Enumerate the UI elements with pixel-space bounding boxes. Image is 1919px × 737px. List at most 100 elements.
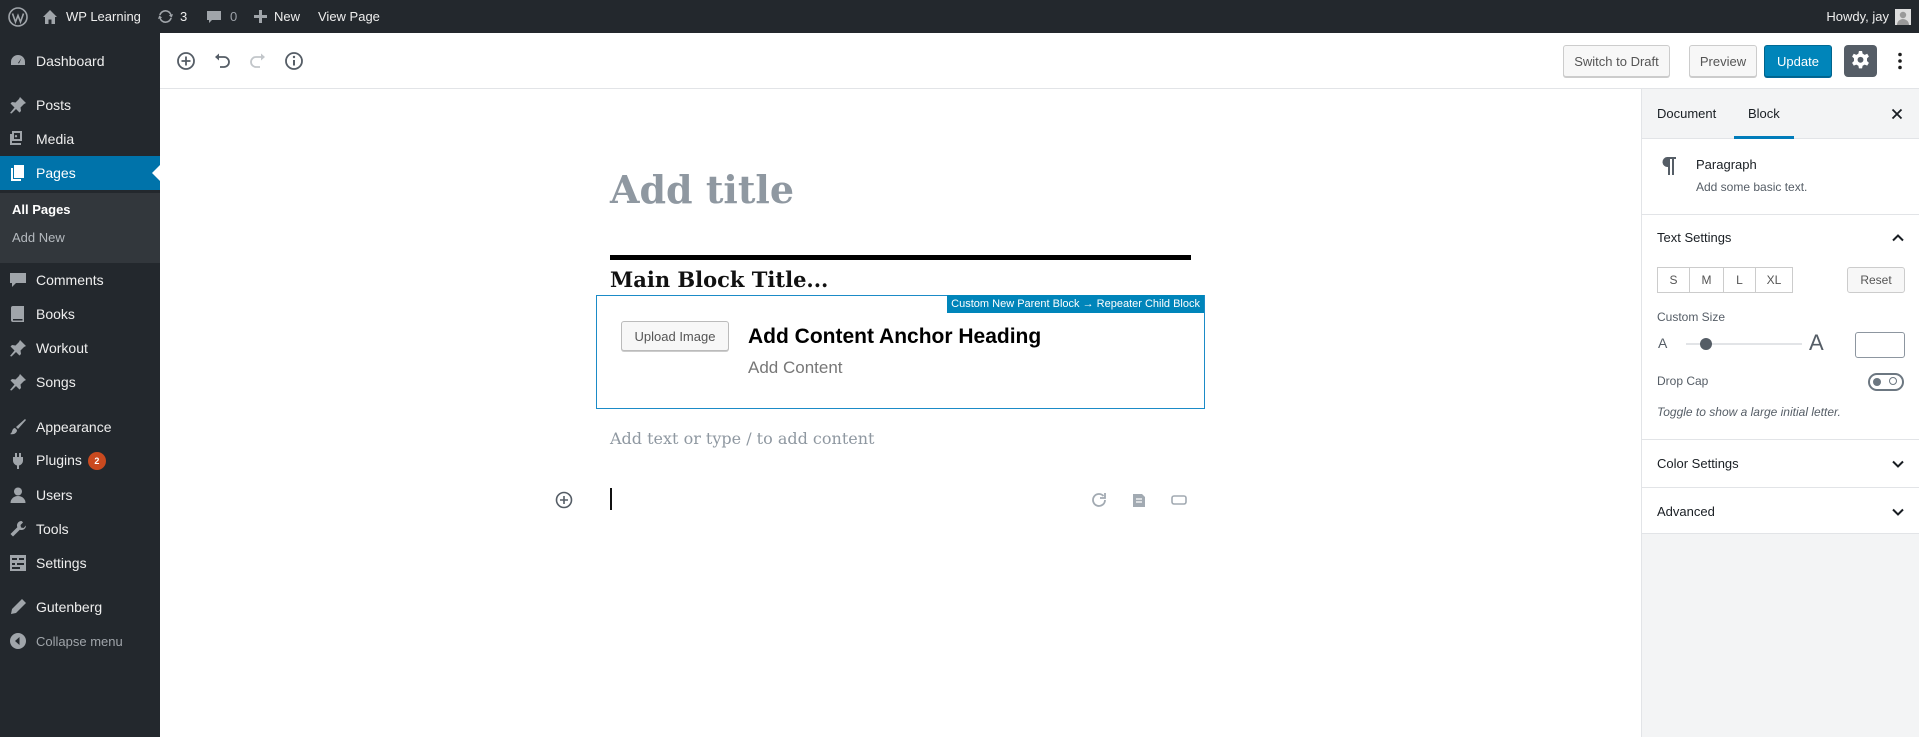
collapse-menu-button[interactable]: Collapse menu xyxy=(0,624,160,658)
block-breadcrumb-label: Custom New Parent Block → Repeater Child… xyxy=(947,295,1204,313)
reset-button[interactable]: Reset xyxy=(1847,267,1905,293)
editor-canvas: Add title Main Block Title... Custom New… xyxy=(160,89,1641,737)
size-xl-button[interactable]: XL xyxy=(1755,267,1793,293)
large-a-label: A xyxy=(1809,330,1824,355)
paragraph-placeholder[interactable]: Add text or type / to add content xyxy=(610,429,874,448)
custom-size-input[interactable] xyxy=(1855,332,1905,358)
sidebar-item-label: Plugins 2 xyxy=(36,452,106,471)
redo-icon[interactable] xyxy=(246,49,270,73)
add-block-icon[interactable] xyxy=(174,49,198,73)
document-icon[interactable] xyxy=(1129,490,1149,510)
sidebar-item-label: Posts xyxy=(36,97,72,113)
sidebar-item-posts[interactable]: Posts xyxy=(0,88,160,122)
site-name-link[interactable]: WP Learning xyxy=(42,0,141,33)
sidebar-item-songs[interactable]: Songs xyxy=(0,365,160,399)
sidebar-item-plugins[interactable]: Plugins 2 xyxy=(0,444,160,478)
submenu-all-pages[interactable]: All Pages xyxy=(12,202,71,217)
sidebar-item-tools[interactable]: Tools xyxy=(0,512,160,546)
close-icon[interactable] xyxy=(1889,106,1905,122)
size-m-button[interactable]: M xyxy=(1689,267,1724,293)
submenu-add-new[interactable]: Add New xyxy=(12,230,65,245)
new-label: New xyxy=(274,9,301,24)
sidebar-item-label: Songs xyxy=(36,374,76,390)
update-button[interactable]: Update xyxy=(1764,45,1832,77)
sidebar-item-gutenberg[interactable]: Gutenberg xyxy=(0,590,160,624)
site-name: WP Learning xyxy=(66,9,141,24)
post-title-input[interactable]: Add title xyxy=(610,167,794,212)
my-account-link[interactable]: Howdy, jay xyxy=(1826,0,1911,33)
chevron-down-icon[interactable] xyxy=(1891,457,1905,471)
toggle-off-indicator xyxy=(1889,377,1897,385)
sidebar-item-label: Appearance xyxy=(36,419,112,435)
separator-block[interactable] xyxy=(610,255,1191,260)
size-s-button[interactable]: S xyxy=(1657,267,1690,293)
size-l-button[interactable]: L xyxy=(1723,267,1756,293)
collapse-arrow-icon xyxy=(9,632,27,650)
drop-cap-toggle[interactable] xyxy=(1868,373,1904,391)
divider xyxy=(1642,439,1919,440)
content-input[interactable]: Add Content xyxy=(748,358,843,378)
pages-icon xyxy=(9,164,27,182)
plus-icon xyxy=(254,10,267,23)
settings-toggle-button[interactable] xyxy=(1844,45,1877,77)
sidebar-item-label: Workout xyxy=(36,340,88,356)
tab-block[interactable]: Block xyxy=(1734,89,1794,139)
drop-cap-label: Drop Cap xyxy=(1657,374,1709,388)
sidebar-item-label: Tools xyxy=(36,521,69,537)
new-content-link[interactable]: New xyxy=(254,0,300,33)
main-block-title[interactable]: Main Block Title... xyxy=(610,267,828,292)
collapse-menu-label: Collapse menu xyxy=(36,633,123,649)
divider xyxy=(1642,487,1919,488)
font-size-picker: S M L XL xyxy=(1657,267,1793,293)
sidebar-item-settings[interactable]: Settings xyxy=(0,546,160,580)
text-settings-title[interactable]: Text Settings xyxy=(1657,230,1731,245)
view-page-link[interactable]: View Page xyxy=(318,0,380,33)
sidebar-item-books[interactable]: Books xyxy=(0,297,160,331)
custom-size-slider[interactable] xyxy=(1686,338,1802,350)
repeater-child-block[interactable]: Custom New Parent Block → Repeater Child… xyxy=(596,295,1205,409)
slider-handle[interactable] xyxy=(1700,338,1712,350)
preview-button[interactable]: Preview xyxy=(1689,45,1757,77)
advanced-title[interactable]: Advanced xyxy=(1657,504,1715,519)
switch-to-draft-button[interactable]: Switch to Draft xyxy=(1563,45,1670,77)
sidebar-item-media[interactable]: Media xyxy=(0,122,160,156)
undo-icon[interactable] xyxy=(210,49,234,73)
small-a-label: A xyxy=(1658,335,1668,351)
inline-inserter-icon[interactable] xyxy=(554,490,574,510)
chevron-up-icon[interactable] xyxy=(1891,231,1905,245)
view-page-label: View Page xyxy=(318,9,380,24)
upload-image-button[interactable]: Upload Image xyxy=(621,321,729,351)
pin-icon xyxy=(9,373,27,391)
settings-sidebar: Document Block Paragraph Add some basic … xyxy=(1641,89,1919,737)
wordpress-logo-icon[interactable] xyxy=(8,0,28,33)
toggle-knob xyxy=(1873,378,1881,386)
sidebar-item-label: Settings xyxy=(36,555,87,571)
gear-icon xyxy=(1844,50,1877,71)
anchor-heading-input[interactable]: Add Content Anchor Heading xyxy=(748,325,1041,349)
updates-link[interactable]: 3 xyxy=(157,0,187,33)
sidebar-item-users[interactable]: Users xyxy=(0,478,160,512)
block-inspector-panel: Document Block Paragraph Add some basic … xyxy=(1642,89,1919,534)
sidebar-item-pages[interactable]: Pages xyxy=(0,156,160,190)
updates-icon xyxy=(157,8,174,25)
sidebar-item-appearance[interactable]: Appearance xyxy=(0,410,160,444)
sidebar-item-workout[interactable]: Workout xyxy=(0,331,160,365)
reusable-block-icon[interactable] xyxy=(1089,490,1109,510)
chevron-down-icon[interactable] xyxy=(1891,505,1905,519)
inspector-tabs: Document Block xyxy=(1642,89,1919,139)
sidebar-item-comments[interactable]: Comments xyxy=(0,263,160,297)
comments-count: 0 xyxy=(230,9,238,24)
avatar xyxy=(1895,8,1911,25)
sidebar-item-dashboard[interactable]: Dashboard xyxy=(0,44,160,78)
dashboard-icon xyxy=(9,52,27,70)
info-icon[interactable] xyxy=(282,49,306,73)
comments-link[interactable]: 0 xyxy=(206,0,237,33)
sidebar-item-label: Gutenberg xyxy=(36,599,103,615)
color-settings-title[interactable]: Color Settings xyxy=(1657,456,1739,471)
more-menu-icon[interactable] xyxy=(1888,49,1912,73)
layout-block-icon[interactable] xyxy=(1169,490,1189,510)
tab-document[interactable]: Document xyxy=(1657,89,1716,139)
pin-icon xyxy=(9,96,27,114)
admin-bar: WP Learning 3 0 New View Page Howdy, jay xyxy=(0,0,1919,33)
sidebar-item-label: Comments xyxy=(36,272,104,288)
